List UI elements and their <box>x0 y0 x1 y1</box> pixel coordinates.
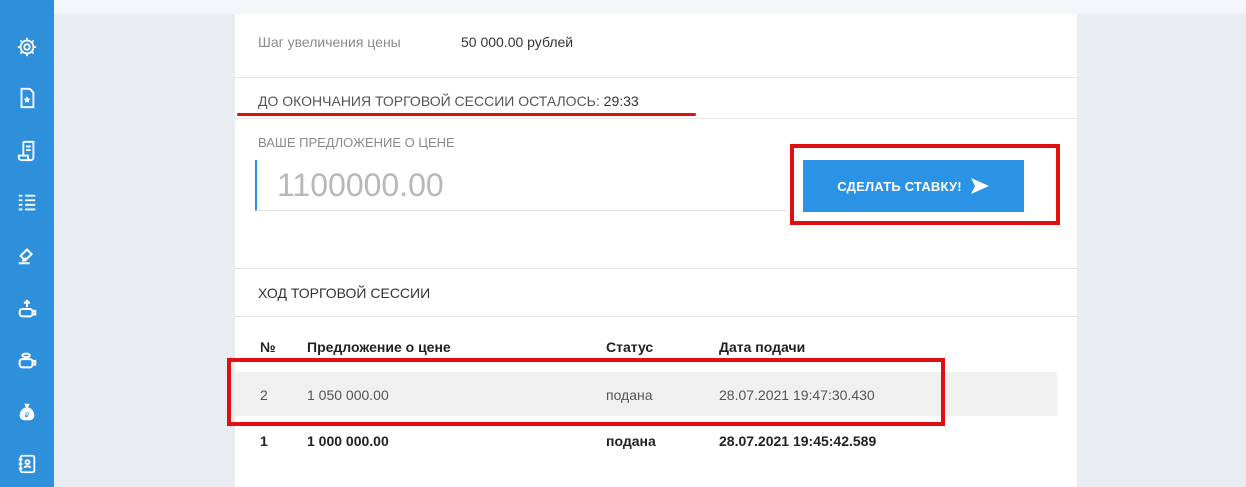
col-header-status: Статус <box>606 339 654 355</box>
cell-status: подана <box>606 433 656 449</box>
col-header-price: Предложение о цене <box>307 339 451 355</box>
send-arrow-icon <box>970 178 989 194</box>
settings-gear-icon[interactable] <box>13 33 41 61</box>
svg-text:₽: ₽ <box>25 411 30 420</box>
cell-status: подана <box>606 387 653 403</box>
section-title: ХОД ТОРГОВОЙ СЕССИИ <box>258 285 431 301</box>
auction-panel: Шаг увеличения цены 50 000.00 рублей ДО … <box>235 14 1077 487</box>
divider <box>235 118 1077 119</box>
timer-label: ДО ОКОНЧАНИЯ ТОРГОВОЙ СЕССИИ ОСТАЛОСЬ: <box>258 93 604 109</box>
table-row[interactable]: 1 1 000 000.00 подана 28.07.2021 19:45:4… <box>235 418 1057 462</box>
step-value: 50 000.00 рублей <box>461 34 574 50</box>
cell-price: 1 000 000.00 <box>307 433 389 449</box>
table-row[interactable]: 2 1 050 000.00 подана 28.07.2021 19:47:3… <box>235 372 1057 416</box>
timer-underline-annotation <box>237 113 696 116</box>
session-timer: ДО ОКОНЧАНИЯ ТОРГОВОЙ СЕССИИ ОСТАЛОСЬ: 2… <box>258 93 639 109</box>
rise-to-top-icon[interactable] <box>13 295 41 323</box>
ruble-moneybag-icon[interactable]: ₽ <box>13 398 41 426</box>
document-star-icon[interactable] <box>13 84 41 112</box>
place-bid-button[interactable]: СДЕЛАТЬ СТАВКУ! <box>803 160 1024 212</box>
offer-label: ВАШЕ ПРЕДЛОЖЕНИЕ О ЦЕНЕ <box>258 135 455 150</box>
price-offer-input[interactable] <box>255 160 787 211</box>
cell-date: 28.07.2021 19:45:42.589 <box>719 433 877 449</box>
cell-price: 1 050 000.00 <box>307 387 389 403</box>
scroll-icon[interactable] <box>13 137 41 165</box>
divider <box>235 268 1077 269</box>
cell-number: 1 <box>260 433 268 449</box>
cell-number: 2 <box>260 387 268 403</box>
step-label: Шаг увеличения цены <box>258 34 401 50</box>
timer-value: 29:33 <box>603 93 639 109</box>
divider <box>235 316 1077 317</box>
address-book-icon[interactable] <box>13 450 41 478</box>
gavel-icon[interactable] <box>13 241 41 269</box>
divider <box>235 77 1077 78</box>
col-header-number: № <box>260 339 276 355</box>
bowl-icon[interactable] <box>13 346 41 374</box>
top-strip <box>54 0 1246 14</box>
list-icon[interactable] <box>13 189 41 217</box>
cell-date: 28.07.2021 19:47:30.430 <box>719 387 875 403</box>
col-header-date: Дата подачи <box>719 339 806 355</box>
sidebar: ₽ <box>0 0 54 487</box>
place-bid-label: СДЕЛАТЬ СТАВКУ! <box>837 178 962 194</box>
